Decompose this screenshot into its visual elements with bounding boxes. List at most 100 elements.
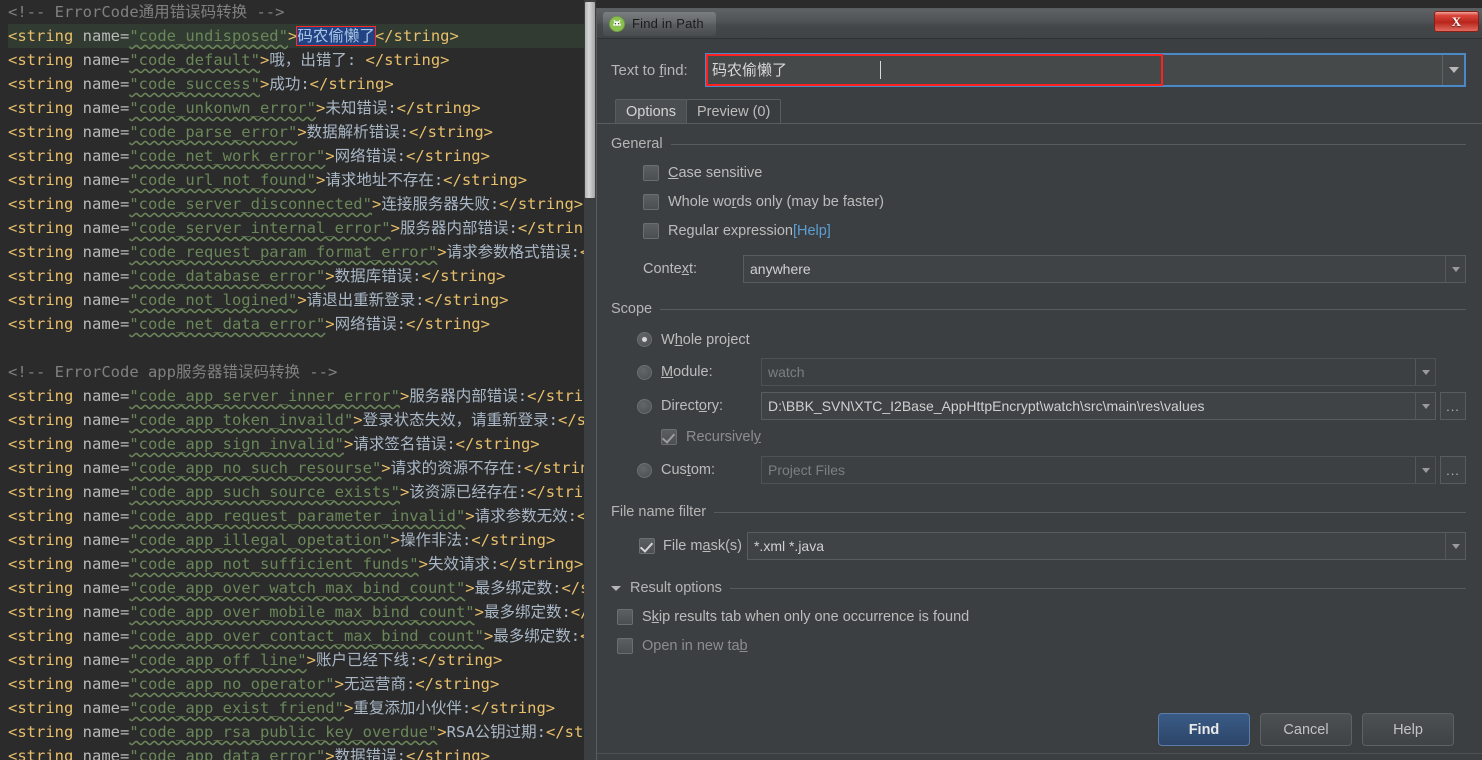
file-mask-row: File mask(s) *.xml *.java (611, 530, 1466, 562)
text-to-find-input-wrap[interactable]: 码农偷懒了 (706, 54, 1163, 86)
code-line: <string name="code_app_token_invaild">登录… (8, 411, 596, 429)
find-button[interactable]: Find (1158, 713, 1250, 746)
module-value: watch (768, 364, 805, 380)
case-sensitive-checkbox[interactable] (643, 164, 659, 181)
recursively-checkbox[interactable] (661, 429, 677, 445)
search-input[interactable]: 码农偷懒了 (712, 55, 882, 85)
directory-label: Directory: (661, 398, 724, 414)
code-line: <string name="code_app_off_line">账户已经下线:… (8, 651, 503, 669)
directory-combo[interactable]: D:\BBK_SVN\XTC_I2Base_AppHttpEncrypt\wat… (761, 392, 1436, 420)
regular-expression-row[interactable]: Regular expression [Help] (643, 216, 1482, 245)
bottom-divider (597, 753, 1482, 754)
code-line: <string name="code_url_not_found">请求地址不存… (8, 171, 528, 189)
code-line: <string name="code_app_exist_friend">重复添… (8, 699, 556, 717)
module-combo[interactable]: watch (761, 358, 1436, 386)
scope-module-row[interactable]: Module: watch (597, 356, 1466, 388)
chevron-down-icon[interactable] (1445, 256, 1465, 282)
editor-scrollbar-thumb[interactable] (585, 2, 595, 198)
directory-browse-button[interactable]: ... (1440, 392, 1466, 420)
whole-project-radio[interactable] (637, 332, 652, 347)
recursively-row[interactable]: Recursively (661, 422, 1466, 452)
recursively-label: Recursively (686, 429, 761, 445)
file-mask-checkbox[interactable] (639, 538, 655, 554)
code-line: <string name="code_request_param_format_… (8, 243, 596, 261)
code-content: <!-- ErrorCode通用错误码转换 --> <string name="c… (8, 0, 596, 760)
chevron-down-icon[interactable] (1445, 533, 1465, 559)
skip-results-tab-row[interactable]: Skip results tab when only one occurrenc… (617, 602, 1482, 631)
code-line: <string name="code_app_over_watch_max_bi… (8, 579, 596, 597)
chevron-down-icon[interactable] (1415, 359, 1435, 385)
tab-options[interactable]: Options (615, 99, 687, 124)
android-studio-icon (609, 15, 625, 32)
whole-words-row[interactable]: Whole words only (may be faster) (643, 187, 1482, 216)
title-chip: Find in Path (603, 11, 716, 36)
help-button[interactable]: Help (1362, 713, 1454, 746)
code-line: <string name="code_app_data_error">数据错误:… (8, 747, 490, 760)
screen: <!-- ErrorCode通用错误码转换 --> <string name="c… (0, 0, 1482, 760)
file-filter-group-label: File name filter (611, 504, 707, 520)
code-editor[interactable]: <!-- ErrorCode通用错误码转换 --> <string name="c… (0, 0, 596, 760)
module-label: Module: (661, 364, 713, 380)
open-in-new-tab-row[interactable]: Open in new tab (617, 631, 1482, 660)
code-line: <string name="code_app_request_parameter… (8, 507, 596, 525)
open-in-new-tab-label: Open in new tab (642, 637, 748, 654)
code-line: <string name="code_app_sign_invalid">请求签… (8, 435, 540, 453)
code-line: <!-- ErrorCode通用错误码转换 --> (8, 3, 285, 21)
scope-directory-row[interactable]: Directory: D:\BBK_SVN\XTC_I2Base_AppHttp… (597, 390, 1466, 422)
general-group-label: General (611, 136, 663, 152)
open-in-new-tab-checkbox[interactable] (617, 637, 633, 654)
file-mask-label: File mask(s) (663, 538, 742, 554)
tab-preview[interactable]: Preview (0) (685, 99, 782, 124)
code-line: <string name="code_server_internal_error… (8, 219, 596, 237)
code-line: <!-- ErrorCode app服务器错误码转换 --> (8, 363, 338, 381)
code-line: <string name="code_net_work_error">网络错误:… (8, 147, 490, 165)
custom-browse-button[interactable]: ... (1440, 456, 1466, 484)
module-radio[interactable] (637, 364, 652, 380)
group-divider (660, 308, 1466, 310)
scope-whole-project-row[interactable]: Whole project (637, 325, 1466, 354)
chevron-down-icon[interactable] (1415, 457, 1435, 483)
scope-group-label: Scope (611, 301, 653, 317)
editor-scrollbar-track[interactable] (584, 0, 596, 760)
code-line: <string name="code_database_error">数据库错误… (8, 267, 506, 285)
code-line: <string name="code_app_server_inner_erro… (8, 387, 596, 405)
code-line: <string name="code_default">哦，出错了: </str… (8, 51, 450, 69)
dialog-title: Find in Path (632, 16, 704, 31)
file-mask-combo[interactable]: *.xml *.java (746, 532, 1466, 560)
regex-help-link[interactable]: [Help] (793, 223, 831, 239)
context-label: Context: (643, 261, 698, 277)
code-line: <string name="code_app_no_such_resourse"… (8, 459, 596, 477)
directory-radio[interactable] (637, 398, 652, 414)
scope-custom-row[interactable]: Custom: Project Files ... (597, 454, 1466, 486)
chevron-down-icon[interactable] (611, 585, 621, 591)
skip-results-tab-label: Skip results tab when only one occurrenc… (642, 608, 970, 625)
code-line: <string name="code_app_over_mobile_max_b… (8, 603, 596, 621)
chevron-down-icon[interactable] (1415, 393, 1435, 419)
case-sensitive-row[interactable]: Case sensitive (643, 158, 1482, 187)
cancel-button[interactable]: Cancel (1260, 713, 1352, 746)
custom-combo[interactable]: Project Files (761, 456, 1436, 484)
text-to-find-combo[interactable]: 码农偷懒了 (705, 53, 1466, 87)
close-icon[interactable]: X (1434, 11, 1479, 32)
whole-words-checkbox[interactable] (643, 193, 659, 210)
whole-words-label: Whole words only (may be faster) (668, 193, 884, 210)
dialog-title-bar[interactable]: Find in Path X (597, 9, 1482, 39)
dialog-button-bar: Find Cancel Help (1158, 713, 1454, 746)
custom-label: Custom: (661, 462, 715, 478)
result-options-group-label: Result options (630, 580, 722, 596)
custom-radio[interactable] (637, 462, 652, 478)
skip-results-tab-checkbox[interactable] (617, 608, 633, 625)
code-line: <string name="code_success">成功:</string> (8, 75, 394, 93)
selected-text: 码农偷懒了 (296, 26, 376, 46)
code-line: <string name="code_not_logined">请退出重新登录:… (8, 291, 509, 309)
whole-project-label: Whole project (661, 331, 750, 348)
context-combo[interactable]: anywhere (743, 255, 1466, 283)
custom-value: Project Files (768, 462, 846, 478)
regular-expression-checkbox[interactable] (643, 222, 659, 239)
code-line: <string name="code_app_not_sufficient_fu… (8, 555, 584, 573)
file-mask-value: *.xml *.java (753, 538, 825, 554)
text-caret (880, 61, 881, 79)
code-line: <string name="code_app_such_source_exist… (8, 483, 596, 501)
chevron-down-icon[interactable] (1442, 55, 1464, 85)
result-options-group-header[interactable]: Result options (611, 580, 1466, 596)
